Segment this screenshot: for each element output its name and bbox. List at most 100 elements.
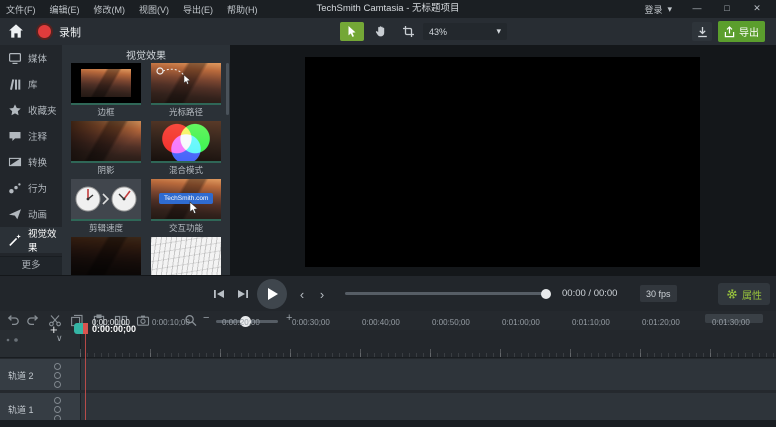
effect-label: 交互功能 <box>151 222 221 234</box>
ruler-label: 0:00:50;00 <box>432 318 470 327</box>
minimize-button[interactable]: — <box>682 0 712 18</box>
skip-start-icon <box>213 289 225 299</box>
add-track-button[interactable]: + <box>50 322 58 337</box>
playhead-marker[interactable] <box>83 323 88 334</box>
effect-tile-blend-mode[interactable] <box>151 121 221 163</box>
download-button[interactable] <box>692 22 712 41</box>
visual-effects-panel: 视觉效果 边框 光标路径 阴影 混合模式 <box>62 45 231 275</box>
track-toggles[interactable] <box>54 397 61 422</box>
callout-icon <box>8 129 22 143</box>
ruler-label: 0:01:30;00 <box>712 318 750 327</box>
track-toggle-icon[interactable] <box>54 363 61 370</box>
maximize-button[interactable]: □ <box>712 0 742 18</box>
sidebar-item-behaviors[interactable]: 行为 <box>0 175 62 201</box>
next-frame-button[interactable]: › <box>313 285 331 303</box>
login-button[interactable]: 登录 ▾ <box>634 3 682 16</box>
jump-to-end-button[interactable] <box>234 285 252 303</box>
sidebar-item-animations[interactable]: 动画 <box>0 201 62 227</box>
ruler-label: 0:01:10;00 <box>572 318 610 327</box>
sidebar-item-visual-effects[interactable]: 视觉效果 <box>0 227 62 253</box>
ruler-label: 0:01:20;00 <box>642 318 680 327</box>
sidebar-item-label: 视觉效果 <box>28 226 62 254</box>
chevron-right-icon: › <box>320 288 324 301</box>
previous-frame-button[interactable]: ‹ <box>293 285 311 303</box>
sidebar-more-button[interactable]: 更多 <box>0 256 62 275</box>
sidebar-item-label: 收藏夹 <box>28 103 57 117</box>
track-name: 轨道 2 <box>8 369 34 382</box>
export-button[interactable]: 导出 <box>718 21 765 42</box>
track-header-column <box>0 330 81 357</box>
close-button[interactable]: ✕ <box>742 0 772 18</box>
effect-label: 阴影 <box>71 164 141 176</box>
play-button[interactable] <box>257 279 287 309</box>
effect-tile-dark[interactable] <box>71 237 141 275</box>
ruler-label: 0:00:30;00 <box>292 318 330 327</box>
magic-wand-icon <box>8 233 22 247</box>
effect-label: 光标路径 <box>151 106 221 118</box>
track-lane[interactable] <box>81 359 776 390</box>
playhead-handle[interactable] <box>74 323 83 334</box>
timeline: − + ∨ + 0:00:00;00 0:00:10;00 0:00:20;00… <box>0 311 776 427</box>
sidebar-item-favorites[interactable]: 收藏夹 <box>0 97 62 123</box>
zoom-out-button[interactable]: − <box>203 312 209 324</box>
effect-tile-interactive-hotspot[interactable]: TechSmith.com <box>151 179 221 221</box>
effect-tile-sketch[interactable] <box>151 237 221 275</box>
scrubber-track[interactable] <box>345 292 550 295</box>
playback-bar: ‹ › 00:00 / 00:00 30 fps 属性 <box>0 275 776 312</box>
clocks-icon <box>71 179 141 219</box>
sidebar-item-label: 行为 <box>28 181 47 195</box>
track-toggle-icon[interactable] <box>54 372 61 379</box>
properties-button[interactable]: 属性 <box>718 283 770 305</box>
redo-icon[interactable] <box>26 314 40 327</box>
hotspot-text: TechSmith.com <box>159 193 213 204</box>
behaviors-icon <box>8 181 22 195</box>
select-tool-button[interactable] <box>340 22 364 41</box>
properties-label: 属性 <box>742 287 762 302</box>
preview-stage[interactable] <box>305 57 700 267</box>
panel-title: 视觉效果 <box>62 47 230 62</box>
pan-tool-button[interactable] <box>368 22 392 41</box>
track-toggle-icon[interactable] <box>54 406 61 413</box>
canvas-zoom-select[interactable]: 43% ▾ <box>423 23 507 40</box>
shadow-overlay <box>71 121 141 161</box>
ruler-label: 0:01:00;00 <box>502 318 540 327</box>
canvas-tools <box>340 22 420 41</box>
time-display: 00:00 / 00:00 <box>562 288 617 299</box>
camtasia-window: 文件(F) 编辑(E) 修改(M) 视图(V) 导出(E) 帮助(H) Tech… <box>0 0 776 427</box>
track-toggle-icon[interactable] <box>54 381 61 388</box>
effect-tile-border[interactable] <box>71 63 141 105</box>
share-icon <box>724 26 735 38</box>
record-button[interactable]: 录制 <box>36 22 81 41</box>
effect-tile-clip-speed[interactable] <box>71 179 141 221</box>
canvas-area <box>230 45 776 275</box>
crop-tool-button[interactable] <box>396 22 420 41</box>
login-label: 登录 <box>644 3 662 16</box>
track-toggle-icon[interactable] <box>54 397 61 404</box>
jump-to-start-button[interactable] <box>210 285 228 303</box>
record-label: 录制 <box>59 24 81 40</box>
animation-icon <box>8 207 22 221</box>
download-icon <box>697 26 708 38</box>
effect-tile-drop-shadow[interactable] <box>71 121 141 163</box>
undo-icon[interactable] <box>6 314 20 327</box>
sidebar-item-annotations[interactable]: 注释 <box>0 123 62 149</box>
effect-tile-cursor-path[interactable] <box>151 63 221 105</box>
bottom-scrollbar[interactable] <box>0 420 776 427</box>
camera-icon[interactable] <box>136 314 150 327</box>
sidebar-item-media[interactable]: 媒体 <box>0 45 62 71</box>
sidebar-item-library[interactable]: 库 <box>0 71 62 97</box>
quick-toggle-dots <box>5 337 19 343</box>
media-icon <box>8 51 22 65</box>
sidebar-item-transitions[interactable]: 转换 <box>0 149 62 175</box>
sidebar-item-label: 动画 <box>28 207 47 221</box>
ruler-minor-ticks <box>80 353 776 357</box>
cursor-icon <box>189 201 201 215</box>
panel-scrollbar[interactable] <box>226 63 229 115</box>
canvas-zoom-value: 43% <box>429 27 447 37</box>
home-button[interactable] <box>8 23 26 40</box>
track-toggles[interactable] <box>54 363 61 388</box>
scrubber-handle[interactable] <box>541 289 551 299</box>
main-toolbar: 录制 43% ▾ <box>0 18 776 46</box>
hand-icon <box>374 25 387 38</box>
track-row: 轨道 2 <box>0 359 776 390</box>
